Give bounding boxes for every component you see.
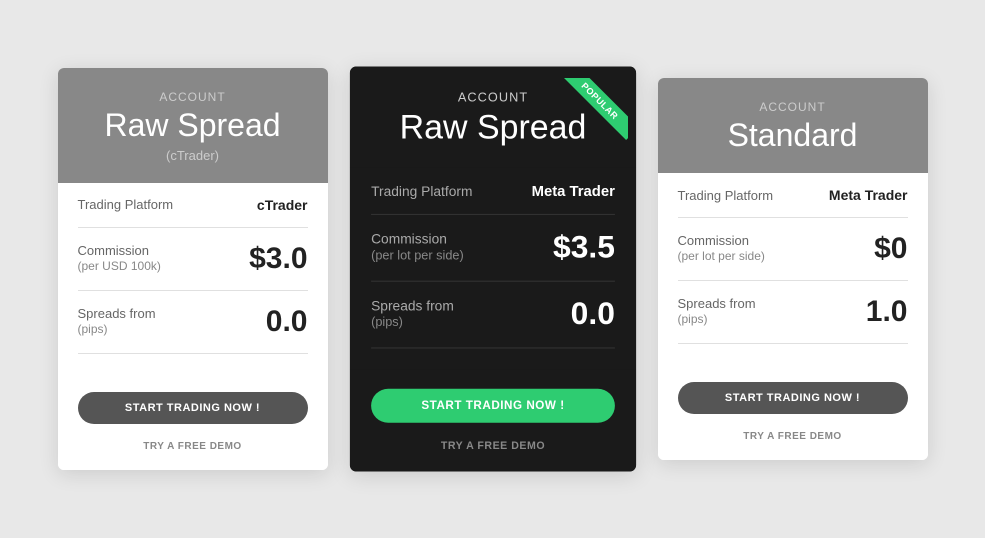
row-label-sub: (pips) (678, 311, 756, 328)
row-label-2: Spreads from(pips) (78, 306, 156, 338)
row-value-2: 0.0 (266, 305, 308, 339)
card-body: Trading Platform Meta Trader Commission(pe… (658, 173, 928, 364)
free-demo-link[interactable]: TRY A FREE DEMO (78, 436, 308, 454)
card-header: Account Standard (658, 78, 928, 173)
row-label-1: Commission(per lot per side) (371, 231, 464, 265)
row-label-0: Trading Platform (371, 183, 472, 199)
card-standard: Account Standard Trading Platform Meta Trad… (658, 78, 928, 460)
row-label-main: Commission (678, 233, 765, 248)
row-value-2: 1.0 (866, 295, 908, 329)
row-value-0: cTrader (257, 197, 308, 213)
row-label-main: Trading Platform (78, 197, 174, 212)
row-label-main: Commission (78, 243, 161, 258)
card-row-1: Commission(per lot per side) $0 (678, 218, 908, 281)
row-label-0: Trading Platform (678, 188, 774, 203)
card-body: Trading Platform cTrader Commission(per US… (58, 183, 328, 374)
row-label-main: Spreads from (371, 298, 454, 314)
row-label-main: Trading Platform (371, 183, 472, 199)
card-row-0: Trading Platform cTrader (78, 183, 308, 228)
card-row-2: Spreads from(pips) 0.0 (371, 282, 615, 349)
card-row-2: Spreads from(pips) 0.0 (78, 291, 308, 354)
row-label-main: Spreads from (678, 296, 756, 311)
card-footer: START TRADING NOW ! TRY A FREE DEMO (58, 374, 328, 470)
start-trading-button[interactable]: START TRADING NOW ! (371, 389, 615, 423)
card-wrapper-standard: Account Standard Trading Platform Meta Trad… (658, 78, 928, 460)
row-label-sub: (pips) (78, 321, 156, 338)
row-label-main: Trading Platform (678, 188, 774, 203)
row-label-1: Commission(per USD 100k) (78, 243, 161, 275)
row-label-sub: (per lot per side) (678, 248, 765, 265)
card-raw-spread-ctrader: Account Raw Spread (cTrader) Trading Platfo… (58, 68, 328, 469)
card-row-1: Commission(per USD 100k) $3.0 (78, 228, 308, 291)
card-account-label: Account (678, 100, 908, 114)
row-value-0: Meta Trader (531, 182, 614, 199)
row-label-2: Spreads from(pips) (678, 296, 756, 328)
row-value-0: Meta Trader (829, 187, 908, 203)
row-label-1: Commission(per lot per side) (678, 233, 765, 265)
card-account-subtitle: (cTrader) (78, 148, 308, 163)
card-footer: START TRADING NOW ! TRY A FREE DEMO (658, 364, 928, 460)
card-header: Account Raw Spread (cTrader) (58, 68, 328, 182)
free-demo-button[interactable]: TRY A FREE DEMO (743, 431, 841, 442)
card-body: Trading Platform Meta Trader Commission(pe… (349, 167, 635, 369)
card-row-0: Trading Platform Meta Trader (371, 167, 615, 215)
popular-badge: POPULAR (558, 78, 628, 148)
card-wrapper-raw-spread-ctrader: Account Raw Spread (cTrader) Trading Platfo… (58, 68, 328, 469)
row-label-0: Trading Platform (78, 197, 174, 212)
free-demo-link[interactable]: TRY A FREE DEMO (678, 426, 908, 444)
row-label-sub: (pips) (371, 314, 454, 332)
free-demo-button[interactable]: TRY A FREE DEMO (440, 441, 544, 453)
row-label-main: Spreads from (78, 306, 156, 321)
card-account-label: Account (78, 90, 308, 104)
pricing-cards-container: Account Raw Spread (cTrader) Trading Platfo… (28, 38, 958, 499)
start-trading-button[interactable]: START TRADING NOW ! (78, 392, 308, 424)
row-value-1: $3.0 (249, 242, 307, 276)
row-label-2: Spreads from(pips) (371, 298, 454, 332)
popular-badge-text: POPULAR (561, 78, 627, 140)
free-demo-link[interactable]: TRY A FREE DEMO (371, 436, 615, 455)
row-label-main: Commission (371, 231, 464, 247)
row-value-1: $3.5 (553, 230, 615, 266)
card-row-2: Spreads from(pips) 1.0 (678, 281, 908, 344)
row-value-1: $0 (874, 232, 907, 266)
free-demo-button[interactable]: TRY A FREE DEMO (143, 441, 241, 452)
row-value-2: 0.0 (570, 297, 614, 333)
card-row-1: Commission(per lot per side) $3.5 (371, 215, 615, 282)
card-footer: START TRADING NOW ! TRY A FREE DEMO (349, 370, 635, 472)
card-wrapper-raw-spread-metatrader: POPULARAccountRaw SpreadTrading Platform… (358, 78, 628, 460)
card-row-0: Trading Platform Meta Trader (678, 173, 908, 218)
card-account-title: Standard (678, 118, 908, 153)
row-label-sub: (per lot per side) (371, 247, 464, 265)
row-label-sub: (per USD 100k) (78, 258, 161, 275)
start-trading-button[interactable]: START TRADING NOW ! (678, 382, 908, 414)
card-account-title: Raw Spread (78, 108, 308, 143)
